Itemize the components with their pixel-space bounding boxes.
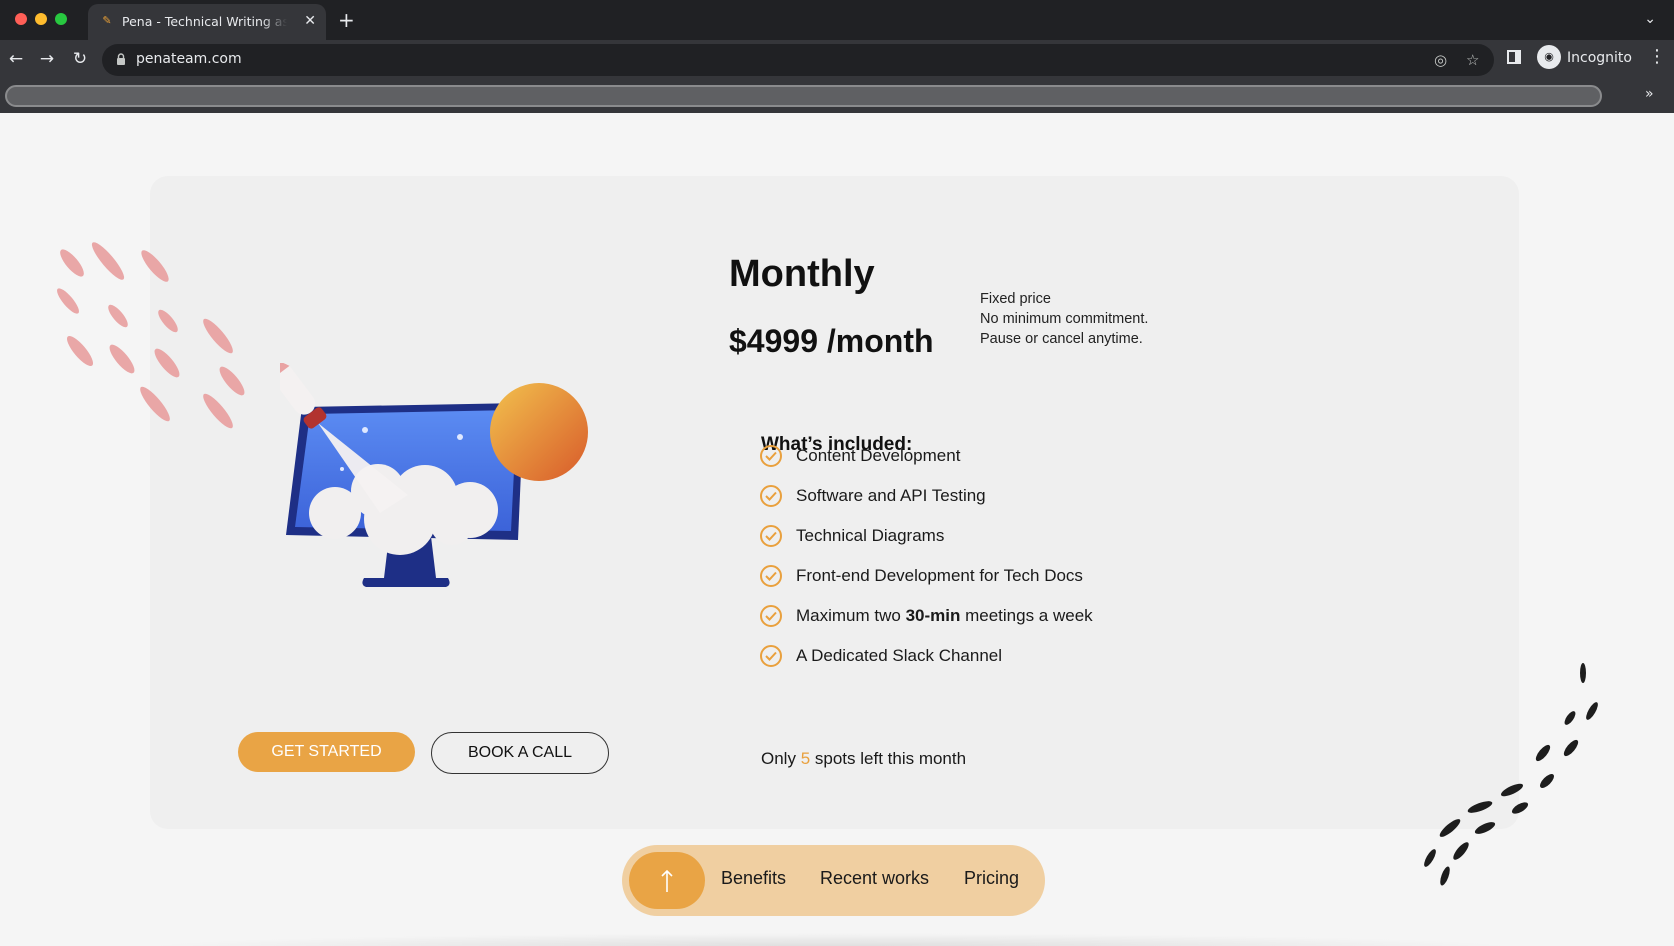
feature-item: Software and API Testing [760, 483, 986, 509]
browser-titlebar: ✎ Pena - Technical Writing as a Service … [0, 0, 1674, 42]
nav-benefits-link[interactable]: Benefits [721, 868, 786, 889]
plan-notes: Fixed price No minimum commitment. Pause… [980, 289, 1148, 349]
feature-text: Front-end Development for Tech Docs [796, 566, 1083, 585]
side-panel-icon[interactable] [1507, 50, 1521, 64]
url-text: penateam.com [136, 51, 242, 67]
eye-off-icon[interactable]: ◎ [1434, 51, 1447, 69]
favicon-icon: ✎ [102, 14, 112, 27]
book-a-call-button[interactable]: BOOK A CALL [431, 732, 609, 774]
bookmarks-more-button[interactable]: » [1645, 86, 1654, 102]
star-icon[interactable]: ☆ [1466, 51, 1479, 69]
bookmarks-bar: » [0, 80, 1674, 113]
back-arrow-icon[interactable]: ← [6, 49, 26, 69]
check-circle-icon [760, 445, 782, 467]
check-circle-icon [760, 645, 782, 667]
bottom-shadow [130, 933, 1530, 946]
feature-text: Maximum two 30-min meetings a week [796, 606, 1093, 626]
address-bar[interactable]: penateam.com ◎ ☆ [102, 44, 1494, 76]
floating-nav: Benefits Recent works Pricing [622, 845, 1045, 916]
kebab-menu-icon[interactable]: ⋮ [1648, 47, 1666, 67]
spots-post: spots left this month [810, 749, 967, 768]
check-circle-icon [760, 525, 782, 547]
feature-item: A Dedicated Slack Channel [760, 643, 1002, 669]
feature-item: Maximum two 30-min meetings a week [760, 603, 1093, 629]
page-content: Monthly $4999 /month Fixed price No mini… [0, 113, 1674, 946]
tab-close-icon[interactable]: ✕ [304, 13, 316, 29]
feature-text: Technical Diagrams [796, 526, 945, 545]
feature-text-pre: Maximum two [796, 606, 906, 625]
incognito-icon[interactable]: ◉ [1537, 45, 1561, 69]
nav-pricing-link[interactable]: Pricing [964, 868, 1019, 889]
nav-recent-works-link[interactable]: Recent works [820, 868, 929, 889]
lock-icon [117, 53, 125, 65]
tab-search-chevron-icon[interactable]: ⌄ [1644, 11, 1656, 27]
close-window-button[interactable] [15, 13, 27, 25]
feature-item: Content Development [760, 443, 960, 469]
browser-tab[interactable]: ✎ Pena - Technical Writing as a Service … [88, 4, 326, 42]
decorative-strokes-left [57, 242, 245, 429]
spots-pre: Only [761, 749, 801, 768]
decorative-strokes-right [1424, 663, 1598, 886]
check-circle-icon [760, 485, 782, 507]
feature-item: Technical Diagrams [760, 523, 944, 549]
feature-text-bold: 30-min [905, 606, 961, 625]
plan-price: $4999 /month [729, 323, 934, 359]
maximize-window-button[interactable] [55, 13, 67, 25]
bookmark-bar-field[interactable] [5, 85, 1602, 107]
scroll-top-button[interactable] [629, 852, 705, 909]
note-fixed-price: Fixed price [980, 291, 1051, 307]
arrow-up-icon [661, 869, 673, 892]
reload-icon[interactable]: ↻ [70, 49, 90, 69]
check-circle-icon [760, 565, 782, 587]
plan-title: Monthly [729, 253, 875, 295]
check-circle-icon [760, 605, 782, 627]
feature-text-post: meetings a week [960, 606, 1093, 625]
forward-arrow-icon[interactable]: → [37, 49, 57, 69]
note-pause-cancel: Pause or cancel anytime. [980, 331, 1143, 347]
spots-left-text: Only 5 spots left this month [761, 749, 966, 769]
feature-text: Content Development [796, 446, 961, 465]
spots-count: 5 [800, 749, 811, 768]
monitor-rocket-illustration [280, 363, 588, 587]
feature-item: Front-end Development for Tech Docs [760, 563, 1083, 589]
feature-text: Software and API Testing [796, 486, 986, 505]
minimize-window-button[interactable] [35, 13, 47, 25]
profile-label[interactable]: Incognito [1567, 50, 1632, 66]
browser-toolbar: ← → ↻ penateam.com ◎ ☆ ◉ Incognito ⋮ [0, 40, 1674, 80]
feature-text: A Dedicated Slack Channel [796, 646, 1003, 665]
get-started-button[interactable]: GET STARTED [238, 732, 415, 772]
note-no-commitment: No minimum commitment. [980, 311, 1149, 327]
new-tab-button[interactable]: + [338, 9, 355, 31]
tab-title: Pena - Technical Writing as a Service [122, 14, 287, 29]
